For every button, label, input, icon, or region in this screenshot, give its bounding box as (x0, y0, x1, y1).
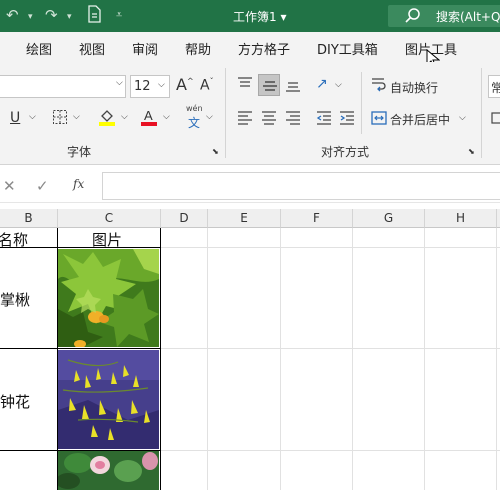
merge-center-label[interactable]: 合并后居中 (390, 111, 450, 128)
ribbon-separator (481, 68, 482, 158)
fill-color-dropdown-icon[interactable]: ⌵ (121, 112, 128, 122)
column-header-e[interactable]: E (208, 209, 281, 228)
decrease-font-icon[interactable]: Aˇ (200, 77, 214, 94)
decrease-indent-icon[interactable] (316, 111, 332, 128)
align-left-icon[interactable] (237, 111, 253, 128)
header-cell-picture[interactable]: 图片 (92, 229, 122, 250)
ribbon-tabs: 绘图 视图 审阅 帮助 方方格子 DIY工具箱 图片工具 (0, 32, 500, 69)
alignment-group-label: 对齐方式 (321, 145, 370, 159)
pinyin-label: wén (186, 104, 203, 113)
column-header-b[interactable]: B (0, 209, 58, 228)
yellow-bellflower-photo[interactable] (58, 350, 159, 449)
search-box[interactable]: 搜索(Alt+Q) (388, 5, 500, 27)
align-right-icon[interactable] (285, 111, 301, 128)
number-format-label: 常 (491, 81, 500, 95)
align-top-icon[interactable] (237, 77, 253, 94)
svg-text:A: A (144, 108, 153, 123)
font-size-dropdown-icon: ⌵ (158, 80, 165, 90)
tab-review[interactable]: 审阅 (132, 39, 158, 58)
cell-name-row1[interactable]: 掌楸 (0, 289, 30, 310)
search-icon (404, 6, 422, 27)
currency-icon[interactable] (491, 111, 500, 128)
increase-font-icon[interactable]: A^ (176, 75, 194, 94)
tab-view[interactable]: 视图 (79, 39, 105, 58)
formula-input[interactable] (102, 172, 500, 200)
tab-diy-toolbox[interactable]: DIY工具箱 (317, 39, 378, 58)
underline-dropdown-icon[interactable]: ⌵ (29, 112, 36, 122)
font-color-dropdown-icon[interactable]: ⌵ (163, 112, 170, 122)
border-icon[interactable] (52, 109, 68, 128)
ribbon-home: ⌵ 12 ⌵ A^ Aˇ U ⌵ ⌵ ⌵ A ⌵ wén 文 ⌵ 字体 ⬊ ↗ … (0, 62, 500, 165)
column-header-g[interactable]: G (353, 209, 425, 228)
table-border (0, 348, 161, 349)
alignment-dialog-launcher-icon[interactable]: ⬊ (468, 147, 475, 156)
underline-icon[interactable]: U (10, 110, 20, 126)
column-header-d[interactable]: D (161, 209, 208, 228)
undo-icon[interactable]: ↶ (6, 6, 19, 24)
align-bottom-icon[interactable] (285, 79, 301, 96)
column-header-f[interactable]: F (281, 209, 353, 228)
window-title[interactable]: 工作簿1 ▾ (233, 8, 286, 25)
cell-name-row2[interactable]: 钟花 (0, 391, 30, 412)
orientation-icon[interactable]: ↗ (316, 76, 328, 92)
font-name-box[interactable] (0, 75, 126, 98)
wrap-text-label[interactable]: 自动换行 (390, 79, 438, 96)
customize-qat-icon[interactable]: ⩡ (116, 8, 122, 22)
font-group-label: 字体 (67, 145, 92, 159)
redo-dropdown-icon[interactable]: ▾ (67, 12, 72, 22)
increase-indent-icon[interactable] (339, 111, 355, 128)
undo-dropdown-icon[interactable]: ▾ (28, 12, 33, 22)
insert-function-icon[interactable]: fx (73, 177, 84, 191)
ribbon-separator (225, 68, 226, 158)
orientation-dropdown-icon[interactable]: ⌵ (335, 80, 342, 90)
title-bar: ↶ ▾ ↷ ▾ ⩡ 工作簿1 ▾ 搜索(Alt+Q) (0, 0, 500, 32)
tab-fangfang[interactable]: 方方格子 (238, 39, 290, 58)
number-format-box[interactable]: 常 (488, 75, 500, 98)
cancel-icon[interactable]: ✕ (3, 177, 16, 195)
maple-leaf-photo[interactable] (58, 249, 159, 347)
search-placeholder: 搜索(Alt+Q) (436, 10, 500, 24)
tab-help[interactable]: 帮助 (185, 39, 211, 58)
phonetic-dropdown-icon[interactable]: ⌵ (206, 112, 213, 122)
border-dropdown-icon[interactable]: ⌵ (73, 112, 80, 122)
font-size-box[interactable]: 12 ⌵ (130, 75, 170, 98)
fill-color-icon[interactable] (98, 107, 116, 130)
align-center-icon[interactable] (261, 111, 277, 128)
font-color-icon[interactable]: A (140, 107, 158, 130)
header-cell-name[interactable]: 名称 (0, 229, 28, 250)
column-header-c[interactable]: C (58, 209, 161, 228)
wrap-text-icon[interactable] (371, 77, 387, 96)
redo-icon[interactable]: ↷ (45, 6, 58, 24)
tab-draw[interactable]: 绘图 (26, 39, 52, 58)
font-name-dropdown-icon[interactable]: ⌵ (116, 78, 123, 88)
worksheet-grid[interactable]: B C D E F G H 名称 图片 掌楸 钟花 (0, 209, 500, 490)
merge-center-icon[interactable] (371, 111, 387, 128)
font-dialog-launcher-icon[interactable]: ⬊ (212, 147, 219, 156)
ribbon-separator (361, 72, 362, 134)
column-header-h[interactable]: H (425, 209, 497, 228)
document-icon[interactable] (86, 5, 102, 27)
phonetic-guide-icon[interactable]: 文 (188, 114, 200, 131)
font-size-value: 12 (134, 79, 151, 94)
pink-flower-photo[interactable] (58, 451, 159, 490)
enter-icon[interactable]: ✓ (36, 177, 49, 195)
formula-bar: ✕ ✓ fx (0, 172, 500, 202)
merge-dropdown-icon[interactable]: ⌵ (459, 113, 466, 123)
align-middle-button[interactable] (258, 74, 280, 96)
align-middle-icon (263, 81, 277, 91)
